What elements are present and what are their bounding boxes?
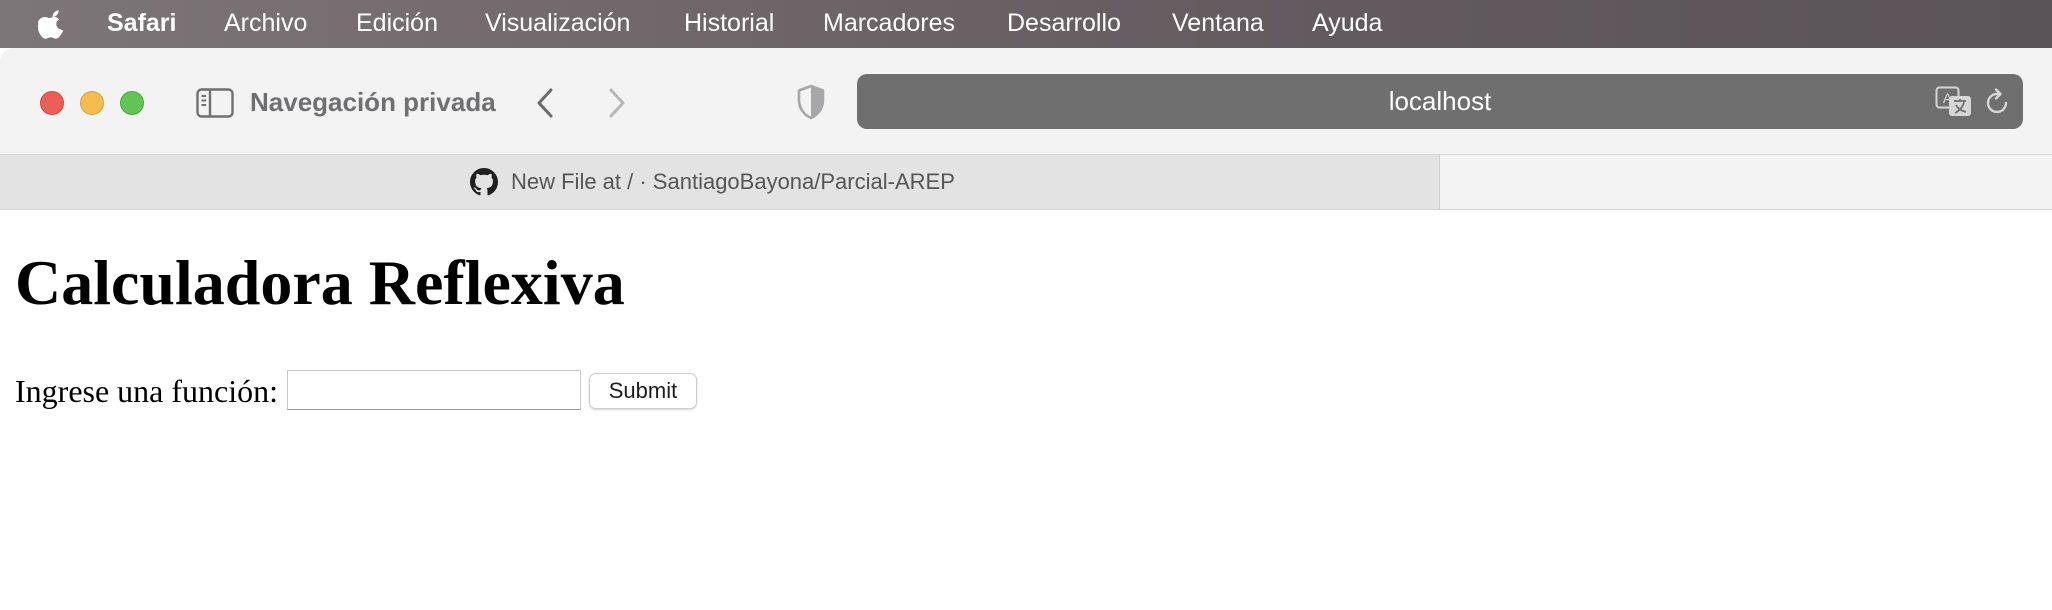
menu-ayuda[interactable]: Ayuda — [1312, 0, 1382, 48]
menu-visualizacion[interactable]: Visualización — [485, 0, 630, 48]
browser-toolbar: Navegación privada localhost A — [0, 48, 2052, 154]
page-title: Calculadora Reflexiva — [15, 247, 625, 318]
menu-safari[interactable]: Safari — [107, 0, 176, 48]
safari-window: Navegación privada localhost A New File … — [0, 48, 2052, 610]
chevron-left-icon[interactable] — [532, 86, 558, 120]
sidebar-icon[interactable] — [196, 88, 234, 118]
menu-desarrollo[interactable]: Desarrollo — [1007, 0, 1121, 48]
tab-title: New File at / · SantiagoBayona/Parcial-A… — [511, 169, 955, 194]
menu-historial[interactable]: Historial — [684, 0, 774, 48]
chevron-right-icon[interactable] — [604, 86, 630, 120]
tab-github-new-file[interactable]: New File at / · SantiagoBayona/Parcial-A… — [0, 155, 1440, 209]
private-browsing-label: Navegación privada — [250, 87, 496, 117]
function-label: Ingrese una función: — [15, 373, 279, 409]
translate-icon[interactable]: A — [1935, 86, 1973, 118]
url-text[interactable]: localhost — [857, 74, 2023, 129]
menu-archivo[interactable]: Archivo — [224, 0, 307, 48]
reload-icon[interactable] — [1985, 88, 2011, 116]
menu-edicion[interactable]: Edición — [356, 0, 438, 48]
close-window-button[interactable] — [40, 91, 64, 115]
minimize-window-button[interactable] — [80, 91, 104, 115]
maximize-window-button[interactable] — [120, 91, 144, 115]
shield-icon[interactable] — [796, 84, 826, 120]
menu-ventana[interactable]: Ventana — [1172, 0, 1264, 48]
function-input[interactable] — [287, 370, 581, 410]
menu-marcadores[interactable]: Marcadores — [823, 0, 955, 48]
macos-menu-bar: Safari Archivo Edición Visualización His… — [0, 0, 2052, 48]
page-content: Calculadora Reflexiva Ingrese una funció… — [0, 210, 2052, 610]
submit-button[interactable]: Submit — [589, 373, 697, 409]
tab-bar: New File at / · SantiagoBayona/Parcial-A… — [0, 154, 2052, 210]
address-bar[interactable]: localhost A — [857, 74, 2023, 129]
github-icon — [470, 168, 498, 196]
apple-logo-icon[interactable] — [37, 8, 68, 40]
